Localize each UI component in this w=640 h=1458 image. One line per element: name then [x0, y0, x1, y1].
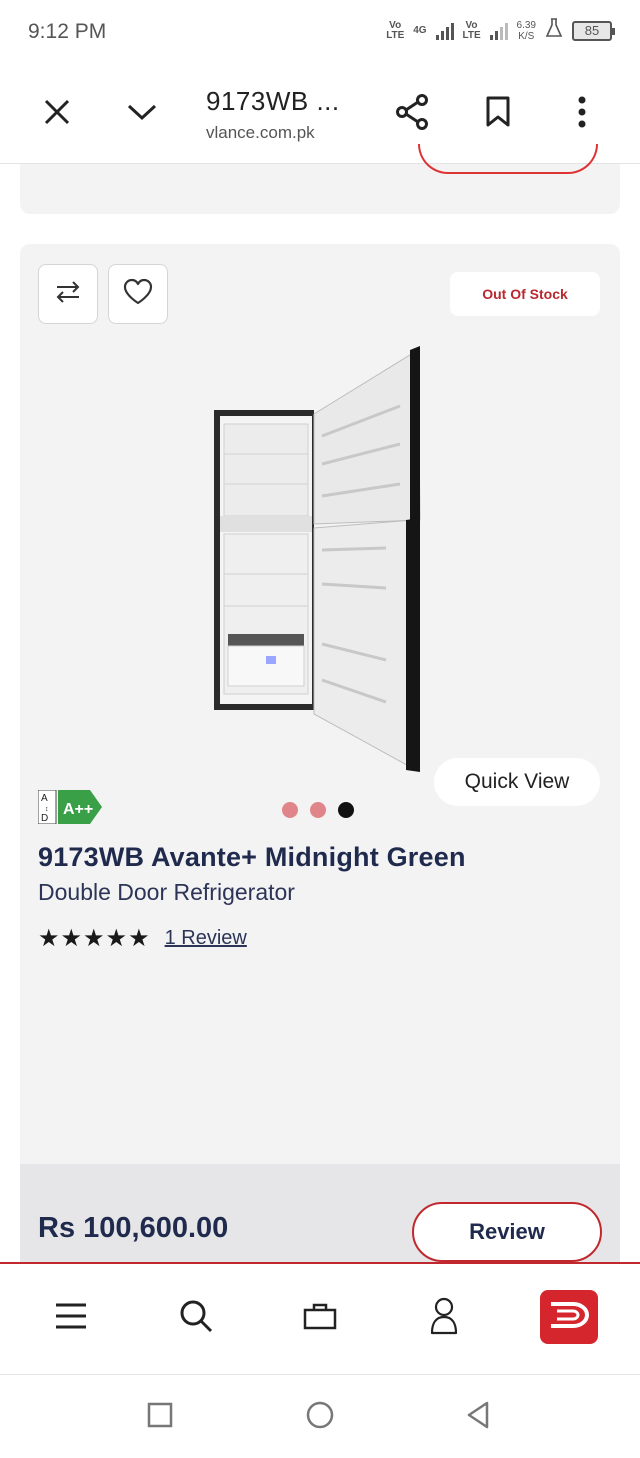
user-icon	[430, 1297, 458, 1340]
back-button[interactable]	[458, 1397, 498, 1437]
bookmark-icon	[485, 96, 511, 133]
network-speed-value: 6.39	[516, 19, 536, 31]
status-bar: 9:12 PM Vo LTE 4G Vo LTE 6.39 K/S 85	[0, 0, 640, 64]
search-icon	[179, 1299, 213, 1338]
carousel-dot-3-active[interactable]	[338, 802, 354, 818]
nav-account[interactable]	[416, 1290, 472, 1346]
home-button[interactable]	[300, 1397, 340, 1437]
bottom-navigation	[0, 1262, 640, 1374]
more-options-button[interactable]	[560, 92, 604, 136]
stock-status-badge: Out Of Stock	[450, 272, 600, 316]
review-count-link[interactable]: 1 Review	[165, 927, 247, 950]
network-label-1: Vo LTE	[386, 19, 405, 41]
network-label-2: 4G	[413, 24, 427, 36]
status-icons: Vo LTE 4G Vo LTE 6.39 K/S 85	[386, 18, 615, 43]
square-icon	[147, 1402, 173, 1433]
menu-icon	[55, 1302, 87, 1335]
svg-text:↕: ↕	[45, 806, 49, 813]
network-speed: 6.39 K/S	[517, 20, 536, 42]
share-button[interactable]	[390, 92, 434, 136]
product-card: Out Of Stock Quick View A ↕ D A++ 9173WB…	[20, 244, 620, 1274]
bag-icon	[303, 1302, 337, 1335]
system-navigation-bar	[0, 1374, 640, 1458]
carousel-dot-2[interactable]	[310, 802, 326, 818]
product-subtitle: Double Door Refrigerator	[38, 879, 295, 905]
close-button[interactable]	[35, 92, 79, 136]
battery-indicator: 85	[572, 20, 615, 41]
nav-search[interactable]	[168, 1290, 224, 1346]
quick-view-button[interactable]: Quick View	[434, 758, 600, 806]
compare-button[interactable]	[38, 264, 98, 324]
carousel-dot-1[interactable]	[282, 802, 298, 818]
chevron-down-icon	[126, 102, 158, 127]
energy-scale-top: A	[41, 793, 48, 804]
close-icon	[43, 98, 71, 131]
carousel-dots	[282, 802, 354, 818]
nav-bag[interactable]	[292, 1290, 348, 1346]
nav-menu[interactable]	[43, 1290, 99, 1346]
page-url[interactable]: vlance.com.pk	[206, 123, 315, 143]
rating-stars: ★★★★★	[38, 925, 151, 952]
recents-button[interactable]	[140, 1397, 180, 1437]
lab-flask-icon	[545, 18, 563, 43]
energy-scale-bottom: D	[41, 813, 48, 824]
status-time: 9:12 PM	[28, 20, 107, 43]
signal-icon	[435, 22, 454, 40]
brand-logo-button[interactable]	[540, 1290, 598, 1344]
bookmark-button[interactable]	[476, 92, 520, 136]
signal-icon-2	[489, 22, 508, 40]
price-bar: Rs 100,600.00 Review	[20, 1164, 620, 1264]
previous-card-button[interactable]	[418, 144, 598, 174]
review-button[interactable]: Review	[412, 1202, 602, 1262]
more-vertical-icon	[578, 96, 586, 133]
triangle-back-icon	[465, 1400, 491, 1435]
energy-rating-label: A ↕ D A++	[37, 789, 104, 825]
network-label-3: Vo LTE	[462, 19, 481, 41]
share-icon	[395, 93, 429, 135]
energy-rating-value: A++	[63, 801, 93, 818]
product-rating: ★★★★★ 1 Review	[38, 924, 247, 953]
page-title: 9173WB ...	[206, 86, 340, 116]
compare-arrows-icon	[55, 280, 81, 309]
product-image[interactable]	[210, 344, 430, 776]
product-price: Rs 100,600.00	[38, 1212, 229, 1244]
expand-button[interactable]	[120, 92, 164, 136]
product-title[interactable]: 9173WB Avante+ Midnight Green	[38, 842, 466, 873]
network-speed-unit: K/S	[518, 30, 535, 42]
brand-logo-icon	[549, 1300, 590, 1335]
wishlist-button[interactable]	[108, 264, 168, 324]
previous-product-card	[20, 144, 620, 214]
circle-icon	[305, 1400, 335, 1435]
heart-icon	[123, 278, 153, 311]
